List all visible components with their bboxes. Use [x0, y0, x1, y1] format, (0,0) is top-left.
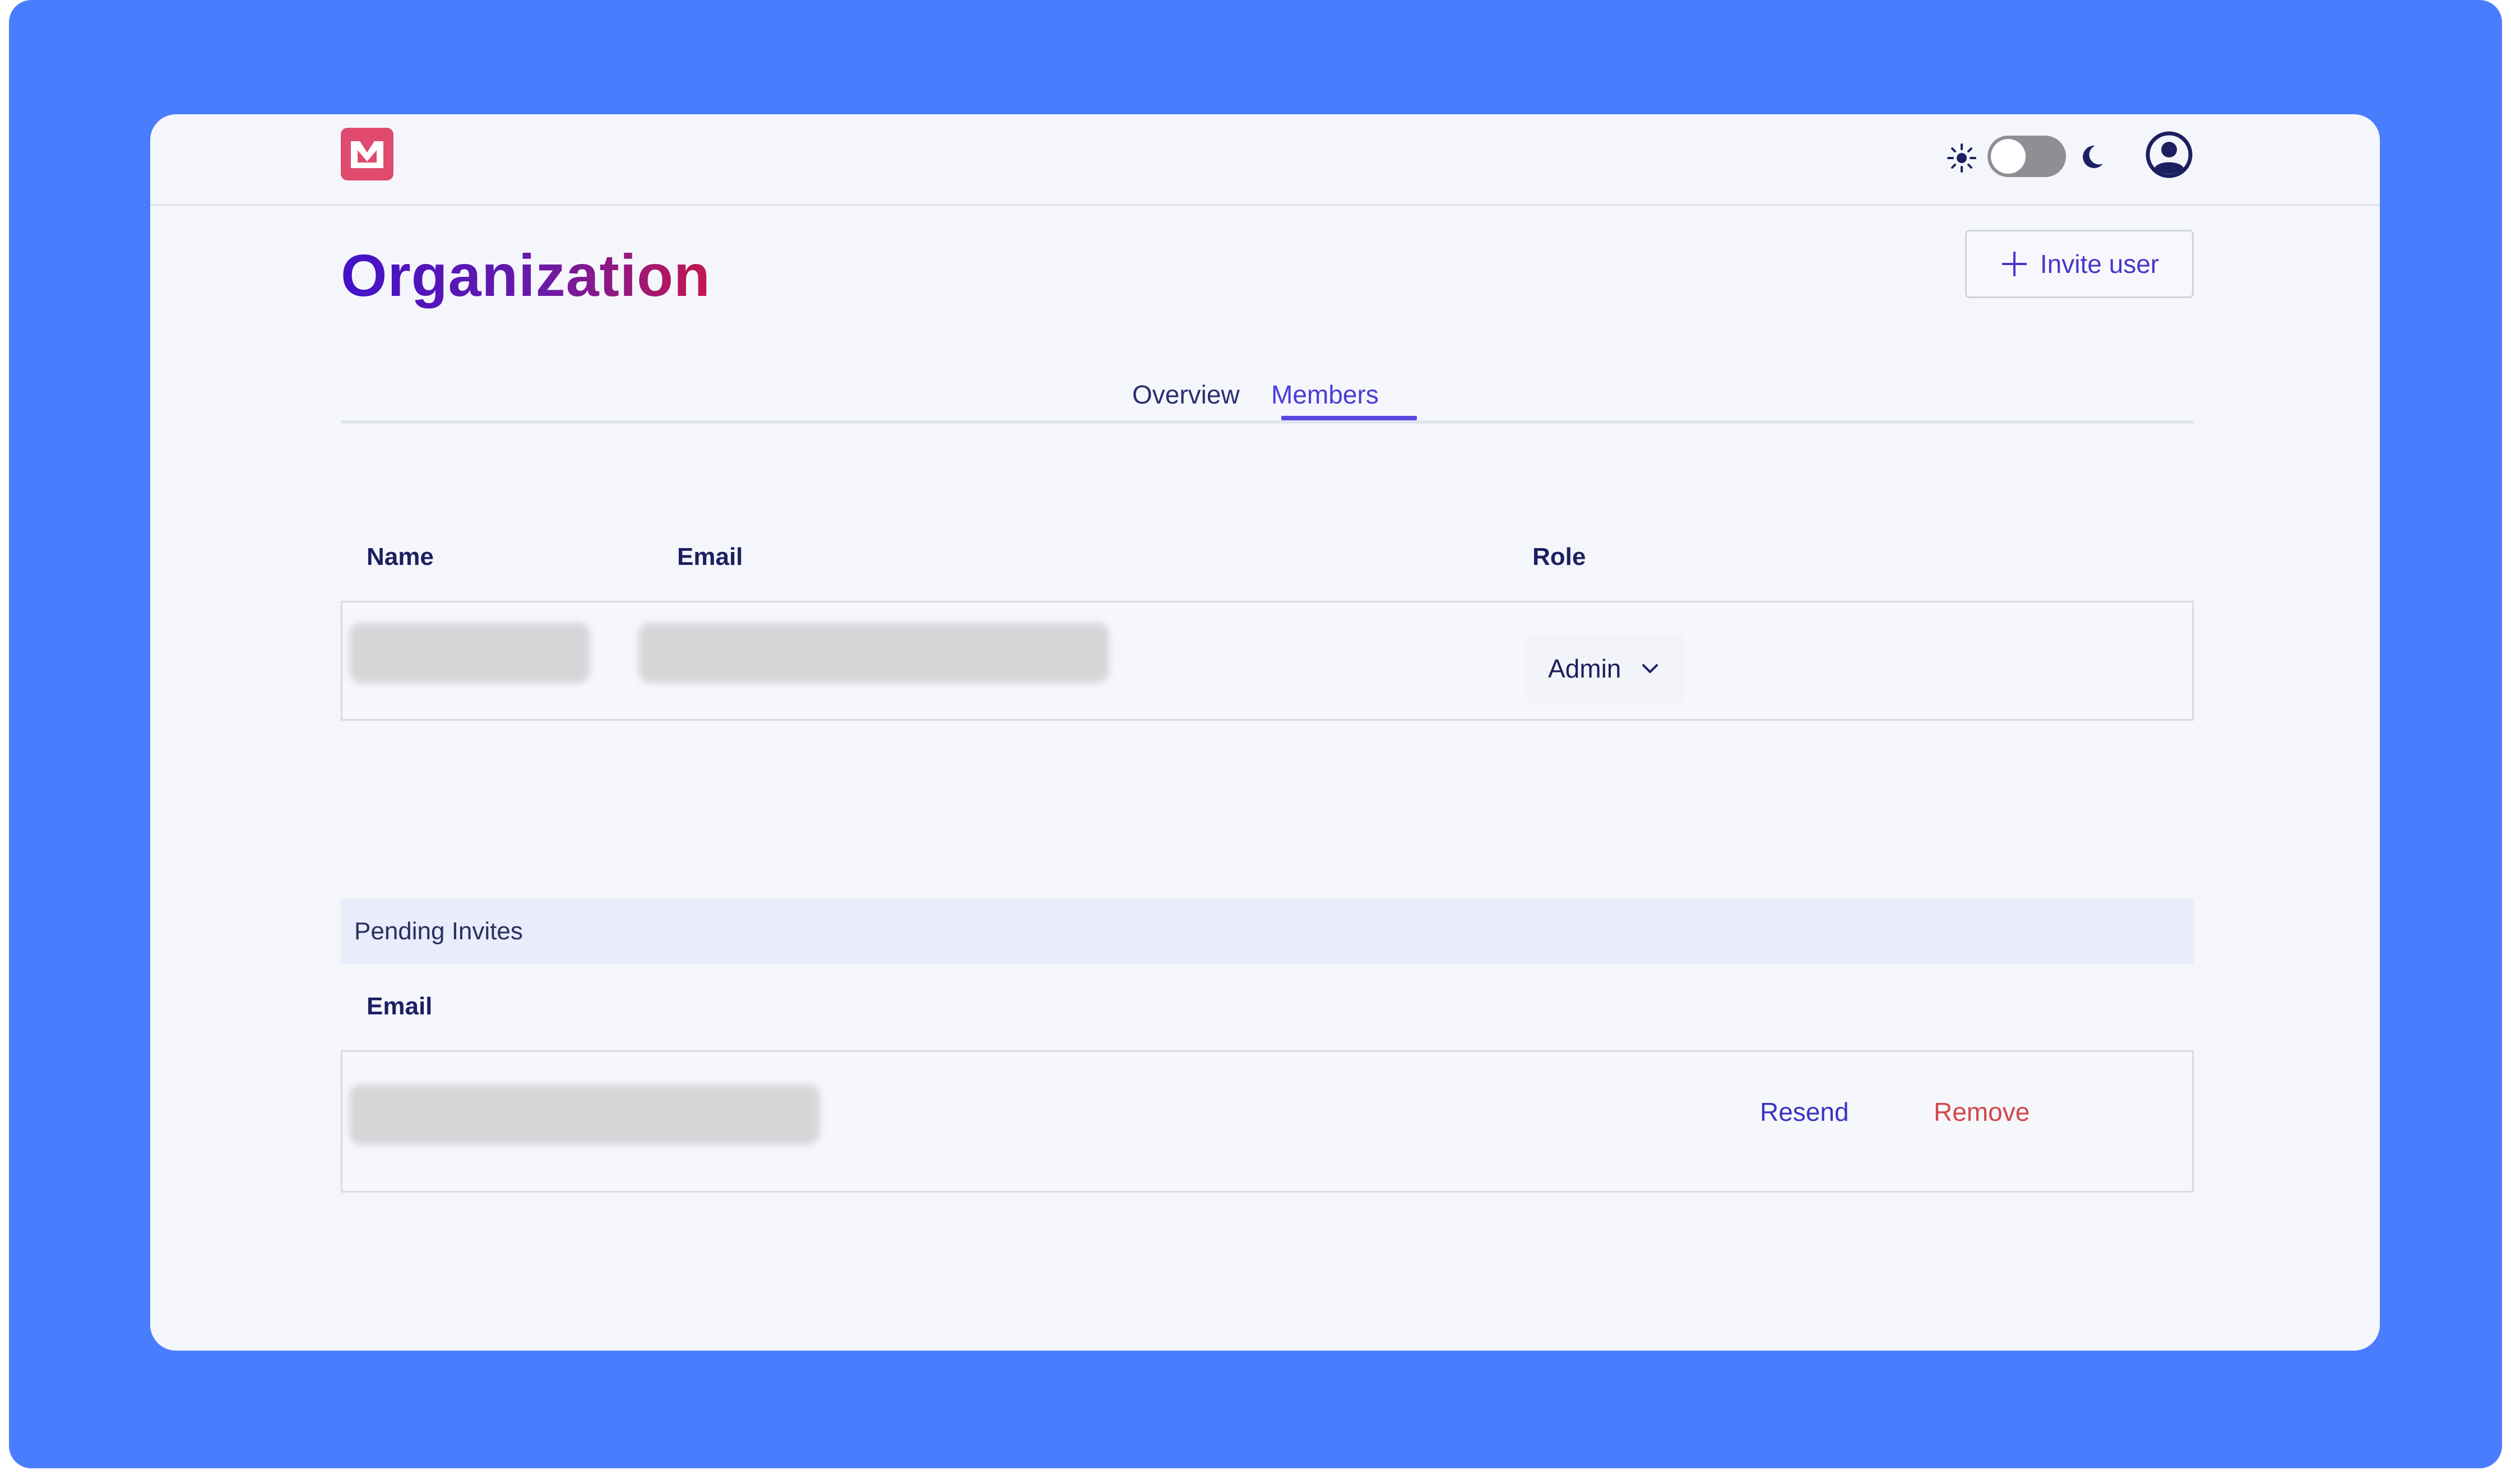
page-title: Organization	[341, 236, 711, 315]
invite-user-button[interactable]: Invite user	[1965, 230, 2194, 298]
moon-icon	[2083, 145, 2103, 168]
pending-invites-header: Pending Invites	[341, 899, 2194, 964]
theme-toggle[interactable]	[1988, 136, 2066, 177]
remove-invite-link[interactable]: Remove	[1934, 1089, 2030, 1134]
role-select-value: Admin	[1548, 654, 1622, 683]
column-header-pending-email: Email	[367, 993, 433, 1020]
role-select[interactable]: Admin	[1526, 634, 1685, 703]
column-header-role: Role	[1532, 543, 1586, 571]
sun-icon	[1947, 143, 1976, 173]
resend-invite-link[interactable]: Resend	[1760, 1089, 1849, 1134]
invite-user-label: Invite user	[2040, 249, 2160, 279]
redacted-invite-email	[349, 1084, 820, 1145]
column-header-email: Email	[677, 543, 743, 571]
top-bar	[150, 114, 2380, 206]
chevron-down-icon	[1642, 664, 1658, 673]
tab-overview[interactable]: Overview	[1132, 371, 1240, 418]
redacted-email	[638, 623, 1109, 683]
redacted-name	[349, 623, 590, 683]
table-row	[341, 601, 2194, 721]
backdrop: Organization Invite user Overview Member…	[9, 0, 2502, 1468]
active-tab-indicator	[1281, 416, 1417, 420]
plus-icon	[2002, 252, 2027, 276]
app-window: Organization Invite user Overview Member…	[150, 114, 2380, 1351]
tab-members[interactable]: Members	[1271, 371, 1379, 418]
user-avatar-icon[interactable]	[2146, 131, 2193, 178]
tabs-divider	[341, 420, 2194, 424]
toggle-knob	[1991, 139, 2026, 174]
column-header-name: Name	[367, 543, 434, 571]
brand-logo-icon[interactable]	[341, 128, 393, 180]
pending-invite-row	[341, 1050, 2194, 1193]
